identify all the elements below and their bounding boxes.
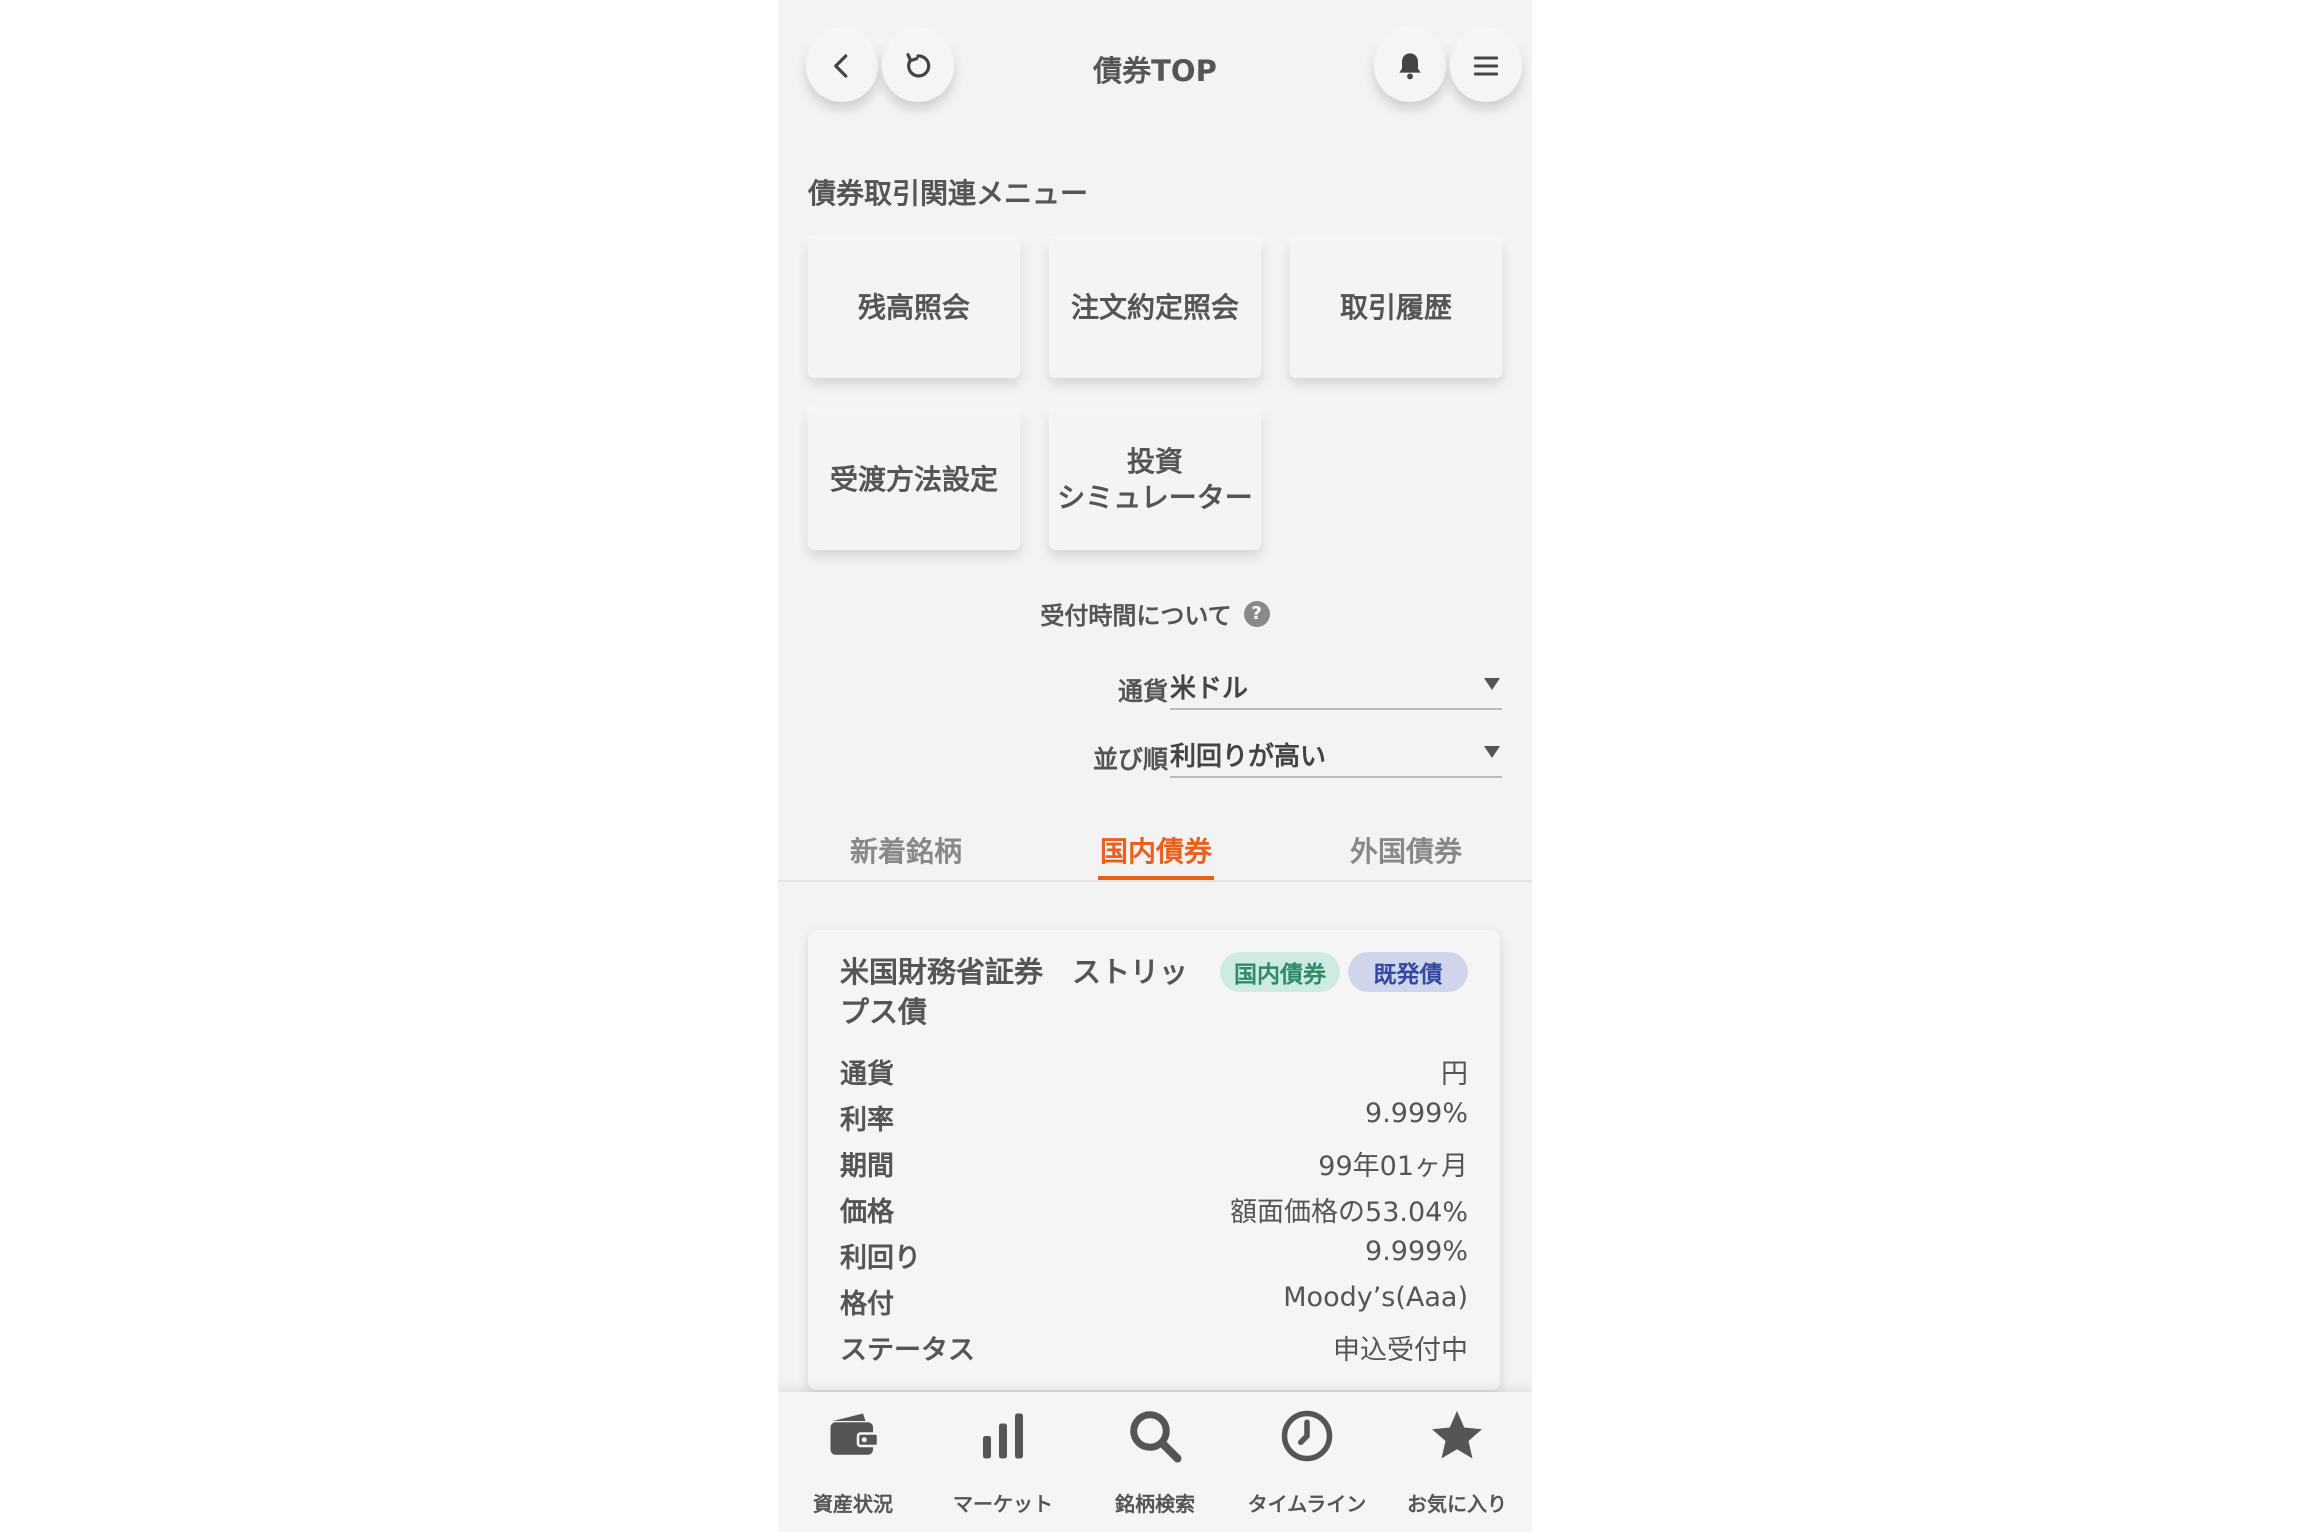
menu-tile-label: 取引履歴 — [1339, 290, 1452, 324]
order-execution-inquiry-button[interactable]: 注文約定照会 — [1049, 238, 1261, 378]
refresh-icon — [906, 53, 931, 78]
detail-key: 利率 — [840, 1105, 894, 1136]
app-screen: 債券TOP 債券取引関連メニュー 残高照会 注文約定照会 取引履歴 受渡方法設定… — [778, 0, 1532, 1532]
nav-timeline[interactable]: タイムライン — [1232, 1392, 1382, 1532]
detail-value: 99年01ヶ月 — [1318, 1151, 1468, 1182]
detail-row-price: 価格 額面価格の53.04% — [840, 1190, 1468, 1230]
existing-bond-badge: 既発債 — [1348, 952, 1468, 992]
hamburger-icon — [1473, 56, 1499, 76]
tab-foreign-bonds[interactable]: 外国債券 — [1306, 830, 1506, 870]
menu-tile-label: 受渡方法設定 — [829, 462, 998, 496]
help-icon: ? — [1243, 600, 1270, 627]
menu-button[interactable] — [1450, 30, 1522, 102]
detail-value: 申込受付中 — [1333, 1335, 1468, 1366]
menu-tile-label-line1: 投資 — [1126, 444, 1183, 478]
detail-row-term: 期間 99年01ヶ月 — [840, 1144, 1468, 1184]
detail-key: 価格 — [840, 1197, 894, 1228]
detail-row-status: ステータス 申込受付中 — [840, 1328, 1468, 1368]
bar-chart-icon — [983, 1413, 1023, 1459]
detail-value: 9.999% — [1365, 1236, 1468, 1267]
bell-icon — [1399, 53, 1421, 80]
bond-name: 米国財務省証券 ストリッ プス債 — [840, 952, 1240, 1032]
bond-name-line2: プス債 — [840, 995, 928, 1029]
reception-hours-link[interactable]: 受付時間について ? — [778, 596, 1532, 631]
detail-value: 円 — [1441, 1059, 1468, 1090]
nav-assets[interactable]: 資産状況 — [778, 1392, 928, 1532]
currency-label: 通貨 — [1117, 677, 1168, 706]
notification-button[interactable] — [1374, 30, 1446, 102]
detail-key: 通貨 — [840, 1059, 894, 1090]
wallet-icon — [830, 1413, 880, 1455]
nav-search[interactable]: 銘柄検索 — [1080, 1392, 1230, 1532]
bond-card[interactable]: 米国財務省証券 ストリッ プス債 国内債券 既発債 通貨 円 利率 9.999%… — [808, 930, 1500, 1390]
tab-divider — [778, 880, 1532, 882]
nav-label: 資産状況 — [813, 1492, 893, 1516]
detail-row-coupon: 利率 9.999% — [840, 1098, 1468, 1138]
detail-value: Moody’s(Aaa) — [1283, 1282, 1468, 1313]
reception-hours-label: 受付時間について — [1040, 602, 1232, 630]
transaction-history-button[interactable]: 取引履歴 — [1290, 238, 1502, 378]
balance-inquiry-button[interactable]: 残高照会 — [808, 238, 1020, 378]
sort-select[interactable]: 利回りが高い — [1170, 732, 1502, 778]
bond-name-line1: 米国財務省証券 ストリッ — [840, 955, 1189, 989]
sort-label: 並び順 — [1092, 745, 1168, 774]
tab-new-listings[interactable]: 新着銘柄 — [806, 830, 1006, 870]
search-icon — [1130, 1411, 1182, 1463]
menu-tile-label: 注文約定照会 — [1070, 290, 1239, 324]
bottom-nav: 資産状況 マーケット 銘柄検索 タイムライン お気に入り — [778, 1392, 1532, 1532]
currency-select[interactable]: 米ドル — [1170, 664, 1502, 710]
chevron-left-icon — [834, 54, 848, 78]
tab-domestic-bonds[interactable]: 国内債券 — [1056, 830, 1256, 870]
refresh-button[interactable] — [882, 30, 954, 102]
active-tab-indicator — [1098, 876, 1214, 880]
detail-row-currency: 通貨 円 — [840, 1052, 1468, 1092]
menu-tile-label-line2: シミュレーター — [1057, 481, 1253, 514]
menu-tile-label: 残高照会 — [857, 290, 970, 324]
nav-favorites[interactable]: お気に入り — [1382, 1392, 1532, 1532]
nav-market[interactable]: マーケット — [928, 1392, 1078, 1532]
domestic-bond-badge: 国内債券 — [1220, 952, 1340, 992]
nav-label: 銘柄検索 — [1115, 1492, 1195, 1516]
detail-row-rating: 格付 Moody’s(Aaa) — [840, 1282, 1468, 1322]
clock-icon — [1281, 1410, 1333, 1462]
page-title: 債券TOP — [1093, 54, 1217, 88]
nav-label: タイムライン — [1247, 1492, 1367, 1516]
dropdown-arrow-icon — [1484, 678, 1500, 690]
sort-value: 利回りが高い — [1170, 742, 1327, 772]
detail-value: 9.999% — [1365, 1098, 1468, 1129]
nav-label: マーケット — [953, 1492, 1053, 1516]
delivery-method-settings-button[interactable]: 受渡方法設定 — [808, 410, 1020, 550]
detail-key: ステータス — [840, 1335, 975, 1366]
menu-section-title: 債券取引関連メニュー — [808, 177, 1089, 210]
detail-value: 額面価格の53.04% — [1230, 1197, 1468, 1228]
investment-simulator-button[interactable]: 投資 シミュレーター — [1049, 410, 1261, 550]
dropdown-arrow-icon — [1484, 746, 1500, 758]
star-icon — [1432, 1411, 1482, 1459]
nav-label: お気に入り — [1407, 1492, 1507, 1516]
detail-row-yield: 利回り 9.999% — [840, 1236, 1468, 1276]
back-button[interactable] — [806, 30, 878, 102]
currency-value: 米ドル — [1170, 674, 1249, 704]
detail-key: 期間 — [840, 1151, 894, 1182]
detail-key: 利回り — [840, 1243, 921, 1274]
detail-key: 格付 — [840, 1289, 894, 1320]
